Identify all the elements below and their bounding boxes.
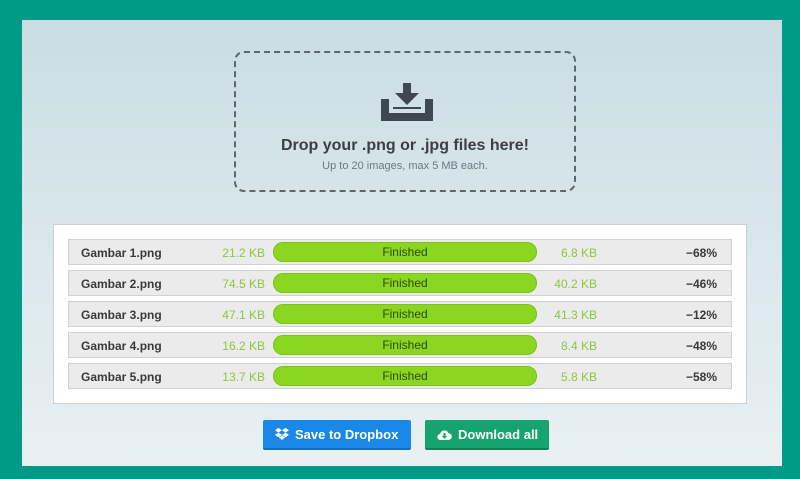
compressor-panel: Drop your .png or .jpg files here! Up to… [22,20,782,466]
progress-bar: Finished [273,304,537,324]
compressed-size: 8.4 KB [560,339,597,353]
file-row: Gambar 2.png 74.5 KB Finished 40.2 KB −4… [68,270,732,296]
compressed-size: 6.8 KB [560,246,597,260]
file-drop-zone[interactable]: Drop your .png or .jpg files here! Up to… [234,51,576,192]
progress-bar: Finished [273,242,537,262]
file-list: Gambar 1.png 21.2 KB Finished 6.8 KB −68… [53,224,747,404]
file-row: Gambar 5.png 13.7 KB Finished 5.8 KB −58… [68,363,732,389]
progress-bar: Finished [273,335,537,355]
progress-bar: Finished [273,366,537,386]
original-size: 47.1 KB [222,308,265,322]
cloud-download-icon [437,429,452,440]
original-size: 74.5 KB [222,277,265,291]
save-to-dropbox-button[interactable]: Save to Dropbox [263,420,411,450]
drop-zone-title: Drop your .png or .jpg files here! [280,137,529,154]
download-all-label: Download all [458,427,539,442]
file-name: Gambar 1.png [81,246,162,260]
saving-percent: −48% [685,339,717,353]
compressed-size: 40.2 KB [554,277,597,291]
file-name: Gambar 5.png [81,370,162,384]
file-row: Gambar 1.png 21.2 KB Finished 6.8 KB −68… [68,239,732,265]
original-size: 21.2 KB [222,246,265,260]
file-row: Gambar 4.png 16.2 KB Finished 8.4 KB −48… [68,332,732,358]
compressed-size: 5.8 KB [560,370,597,384]
dropbox-icon [275,428,289,440]
file-row: Gambar 3.png 47.1 KB Finished 41.3 KB −1… [68,301,732,327]
original-size: 13.7 KB [222,370,265,384]
download-all-button[interactable]: Download all [425,420,549,450]
saving-percent: −46% [685,277,717,291]
compressed-size: 41.3 KB [554,308,597,322]
drop-zone-subtitle: Up to 20 images, max 5 MB each. [322,160,488,172]
saving-percent: −12% [685,308,717,322]
progress-bar: Finished [273,273,537,293]
download-tray-icon [381,83,433,121]
file-name: Gambar 4.png [81,339,162,353]
file-name: Gambar 2.png [81,277,162,291]
original-size: 16.2 KB [222,339,265,353]
file-name: Gambar 3.png [81,308,162,322]
saving-percent: −58% [685,370,717,384]
save-to-dropbox-label: Save to Dropbox [295,427,399,442]
saving-percent: −68% [685,246,717,260]
